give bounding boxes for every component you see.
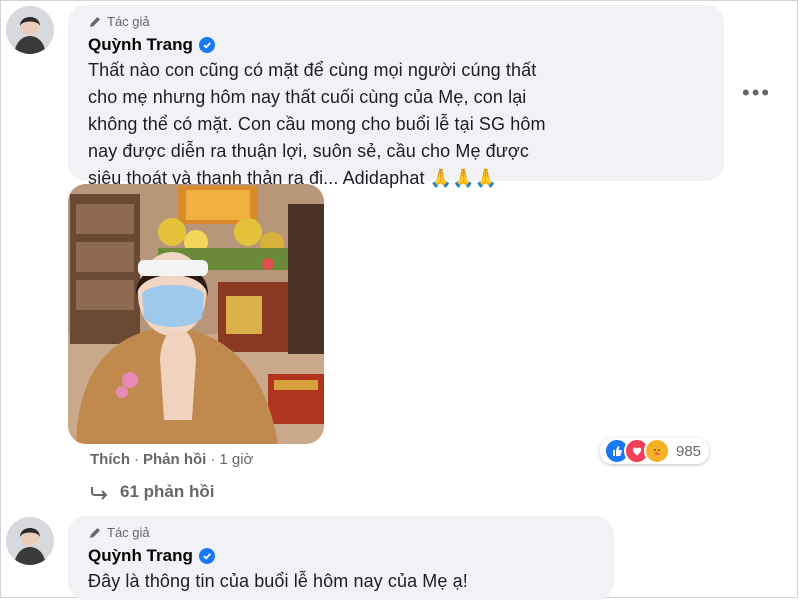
author-role-label: Tác giả [107,14,150,29]
pencil-icon [90,527,100,538]
comment-text: Đây là thông tin của buổi lễ hôm nay của… [88,571,468,591]
photo-image [68,184,324,444]
reply-arrow-icon [91,487,108,500]
comment-actions: Thích · Phản hồi · 1 giờ [90,451,253,468]
like-action[interactable]: Thích [90,451,130,468]
care-reaction-icon [644,438,670,464]
author-name[interactable]: Quỳnh Trang [88,546,215,566]
author-badge: Tác giả [88,14,150,29]
comment-bubble: Tác giả Quỳnh Trang Thất nào con cũng có… [68,5,724,188]
pencil-icon [90,16,100,27]
comment-bubble: Tác giả Quỳnh Trang Đây là thông tin của… [68,516,614,600]
more-options-button[interactable]: ••• [742,80,771,106]
replies-count-label[interactable]: 61 phản hồi [120,482,214,502]
author-name[interactable]: Quỳnh Trang [88,35,215,55]
author-badge: Tác giả [88,525,150,540]
action-separator: · [134,451,139,468]
comment-line: không thể có mặt. Con cầu mong cho buổi … [88,114,546,134]
reactions-summary[interactable]: 985 [600,438,710,464]
comment-line: Thất nào con cũng có mặt để cùng mọi ngư… [88,60,537,80]
verified-badge-icon [198,37,215,53]
comment-line: cho mẹ nhưng hôm nay thất cuối cùng của … [88,87,527,107]
verified-badge-icon [198,548,215,564]
author-role-label: Tác giả [107,525,150,540]
timestamp[interactable]: 1 giờ [219,451,253,468]
view-replies-link[interactable]: 61 phản hồi [90,482,214,502]
author-name-text[interactable]: Quỳnh Trang [88,546,193,566]
action-separator: · [210,451,216,468]
comment-text: Thất nào con cũng có mặt để cùng mọi ngư… [88,57,546,192]
avatar[interactable] [6,517,54,565]
comment-photo[interactable] [68,184,324,444]
reaction-count: 985 [676,442,702,460]
author-name-text[interactable]: Quỳnh Trang [88,35,193,55]
comment-line: nay được diễn ra thuận lợi, suôn sẻ, cầu… [88,141,529,161]
avatar[interactable] [6,6,54,54]
reply-action[interactable]: Phản hồi [143,451,206,468]
